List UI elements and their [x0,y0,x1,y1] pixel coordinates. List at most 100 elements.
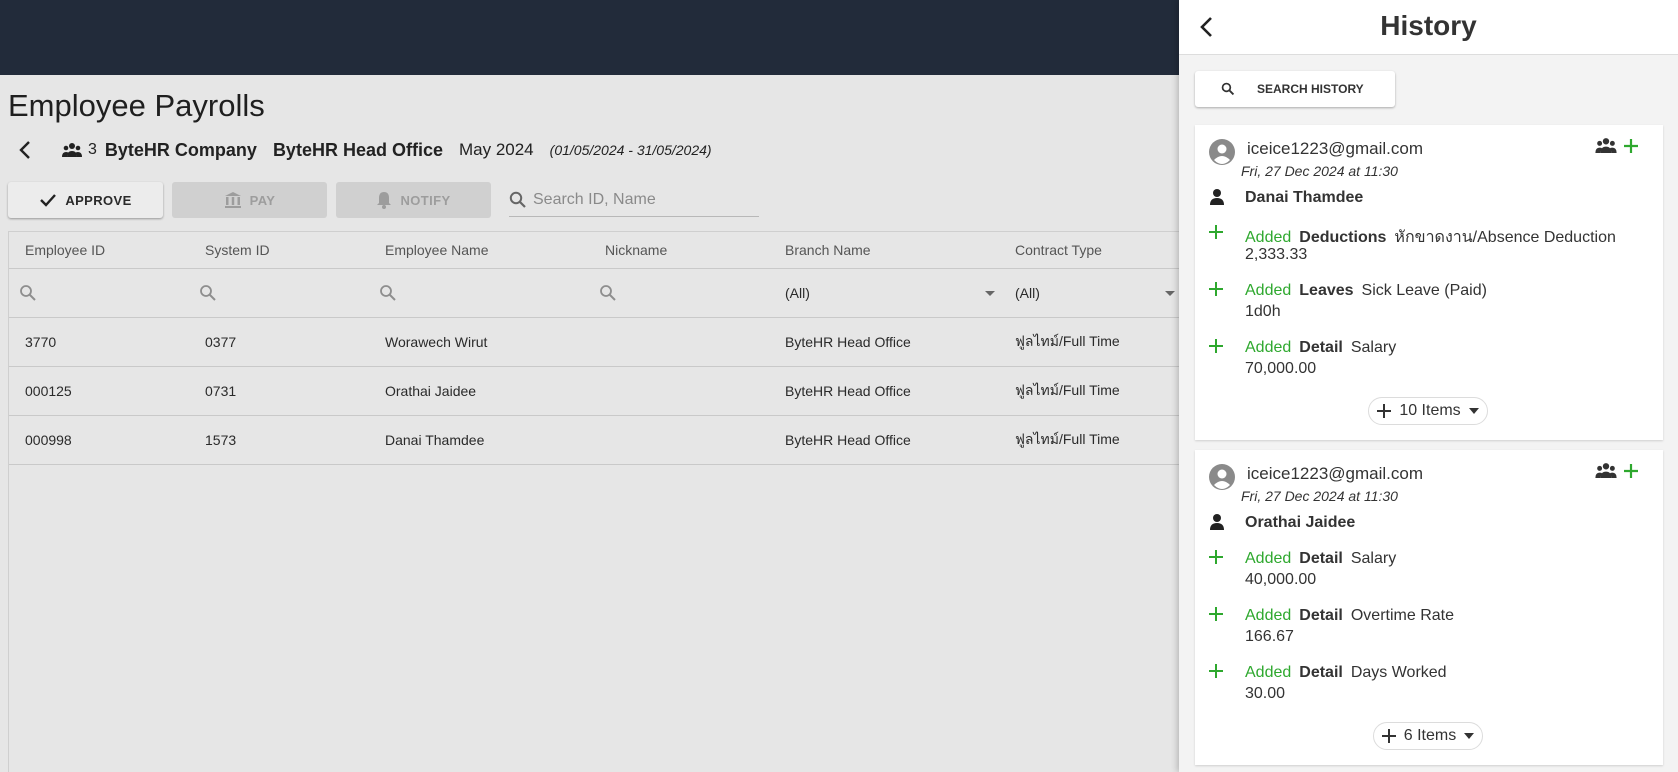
employee-count: 3 [88,141,97,158]
search-icon [509,191,526,208]
person-icon [1210,514,1224,530]
cell-contract-type: ฟูลไทม์/Full Time [1015,382,1120,398]
plus-icon [1624,463,1638,478]
cell-branch-name: ByteHR Head Office [785,432,911,448]
history-title: History [1380,10,1477,41]
entry-category: Detail [1299,550,1343,567]
table-row[interactable]: 3770 0377 Worawech Wirut ByteHR Head Off… [9,318,1180,367]
history-panel: History SEARCH HISTORY iceice1223@gmail.… [1179,0,1678,772]
history-user-email: iceice1223@gmail.com [1247,464,1424,483]
expand-items-label: 10 Items [1399,402,1461,419]
history-entry: Added Detail Days Worked 30.00 [1209,664,1649,708]
avatar-icon [1209,139,1235,165]
column-header-employee-id[interactable]: Employee ID [25,232,185,268]
column-header-system-id[interactable]: System ID [205,232,365,268]
expand-items-label: 6 Items [1403,727,1457,744]
filter-employee-id[interactable] [19,269,189,317]
history-card: iceice1223@gmail.com Fri, 27 Dec 2024 at… [1195,125,1663,440]
table-header-row: Employee ID System ID Employee Name Nick… [9,232,1180,269]
entry-action: Added [1245,664,1292,681]
column-header-branch-name[interactable]: Branch Name [785,232,985,268]
history-card-actions [1589,462,1639,479]
filter-system-id[interactable] [199,269,369,317]
filter-branch-dropdown[interactable]: (All) [785,269,995,317]
plus-icon [1377,404,1392,418]
entry-category: Detail [1299,664,1343,681]
history-entry: Added Detail Salary 70,000.00 [1209,339,1649,383]
history-entry-summary: Added Detail Salary [1245,550,1396,568]
approve-label: APPROVE [65,192,132,208]
entry-action: Added [1245,550,1292,567]
table-filter-row: (All) (All) [9,269,1180,318]
entry-value: 2,333.33 [1245,246,1308,263]
search-history-button[interactable]: SEARCH HISTORY [1195,71,1395,107]
entry-value: 30.00 [1245,685,1286,702]
filter-contract-dropdown[interactable]: (All) [1015,269,1175,317]
history-employee-name: Orathai Jaidee [1245,514,1356,531]
cell-employee-name: Orathai Jaidee [385,383,477,399]
cell-employee-id: 000125 [25,383,72,399]
search-icon [600,285,616,301]
plus-icon [1624,138,1638,153]
search-icon [200,285,216,301]
caret-down-icon [1464,733,1475,739]
column-header-employee-name[interactable]: Employee Name [385,232,585,268]
expand-items-button[interactable]: 6 Items [1373,722,1483,750]
history-entry: Added Leaves Sick Leave (Paid) 1d0h [1209,282,1649,326]
entry-item: Salary [1350,339,1397,356]
pay-label: PAY [249,192,276,208]
caret-down-icon [1165,290,1175,296]
entry-value: 1d0h [1245,303,1281,320]
payroll-period: May 2024 [458,140,534,159]
plus-icon [1209,607,1223,621]
cell-nickname [605,318,765,366]
company-name: ByteHR Company [104,139,257,160]
approve-button[interactable]: APPROVE [8,182,163,218]
search-icon [380,285,396,301]
plus-icon [1209,225,1223,239]
table-row[interactable]: 000998 1573 Danai Thamdee ByteHR Head Of… [9,416,1180,465]
cell-system-id: 0731 [205,383,237,399]
people-icon [1595,463,1617,478]
back-button[interactable] [8,137,42,163]
table-row[interactable]: 000125 0731 Orathai Jaidee ByteHR Head O… [9,367,1180,416]
payroll-main: Employee Payrolls 3 ByteHR Company ByteH… [0,75,1180,772]
column-header-nickname[interactable]: Nickname [605,232,765,268]
check-icon [40,194,57,207]
entry-action: Added [1245,229,1292,246]
history-employee-name: Danai Thamdee [1245,189,1364,206]
filter-employee-name[interactable] [379,269,579,317]
history-entry-summary: Added Detail Salary [1245,339,1396,357]
office-name: ByteHR Head Office [272,139,443,160]
bell-icon [377,192,392,209]
history-entry-summary: Added Detail Days Worked [1245,664,1447,682]
history-entry: Added Deductions หักขาดงาน/Absence Deducti… [1209,225,1649,269]
entry-action: Added [1245,282,1292,299]
employee-search [509,183,759,217]
column-header-contract-type[interactable]: Contract Type [1015,232,1175,268]
cell-contract-type: ฟูลไทม์/Full Time [1015,431,1120,447]
filter-branch-value: (All) [785,285,810,301]
entry-item: Days Worked [1350,664,1447,681]
cell-branch-name: ByteHR Head Office [785,334,911,350]
cell-system-id: 0377 [205,334,237,350]
pay-button[interactable]: PAY [172,182,327,218]
plus-icon [1209,282,1223,296]
expand-items-button[interactable]: 10 Items [1368,397,1488,425]
payroll-date-range: (01/05/2024 - 31/05/2024) [549,142,712,158]
entry-category: Leaves [1299,282,1354,299]
history-timestamp: Fri, 27 Dec 2024 at 11:30 [1241,488,1398,504]
cell-system-id: 1573 [205,432,237,448]
employee-search-input[interactable] [533,190,743,209]
plus-icon [1381,729,1396,743]
plus-icon [1209,550,1223,564]
action-bar: APPROVE PAY NOTIFY [8,182,759,218]
caret-down-icon [1468,408,1479,414]
chevron-left-icon [19,141,30,159]
history-entry: Added Detail Overtime Rate 166.67 [1209,607,1649,651]
entry-value: 70,000.00 [1245,360,1317,377]
filter-nickname[interactable] [599,269,769,317]
notify-button[interactable]: NOTIFY [336,182,491,218]
bank-icon [224,192,241,208]
avatar-icon [1209,464,1235,490]
